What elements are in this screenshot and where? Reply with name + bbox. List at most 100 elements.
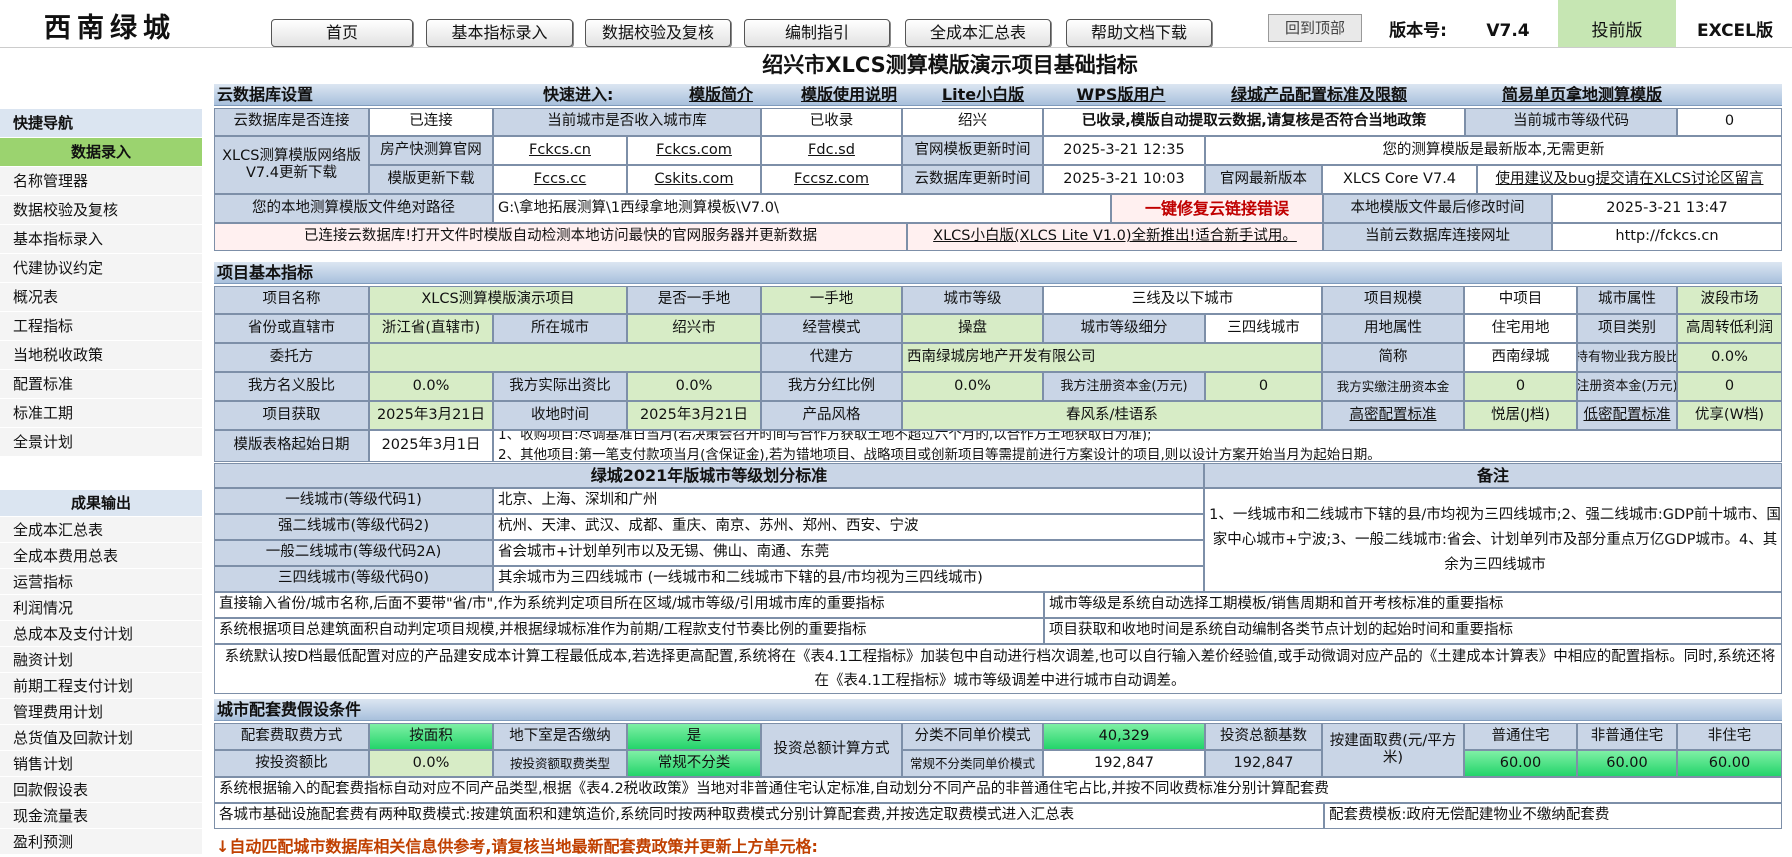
client-input[interactable]: [369, 343, 761, 372]
project-scale-value: 中项目: [1464, 286, 1577, 314]
sidebar-item-agent-agreement[interactable]: 代建协议约定: [0, 254, 202, 283]
sidebar-item-output[interactable]: 运营指标: [0, 569, 202, 595]
sidebar-item-output[interactable]: 回款假设表: [0, 777, 202, 803]
agent-input[interactable]: 西南绿城房地产开发有限公司: [902, 343, 1322, 372]
high-density-std-value[interactable]: 悦居(J档): [1464, 401, 1577, 430]
investment-base-label: 投资总额基数: [1205, 723, 1322, 750]
nav-guide-button[interactable]: 编制指引: [744, 19, 890, 47]
sidebar-item-engineering[interactable]: 工程指标: [0, 312, 202, 341]
sidebar-item-basic-input[interactable]: 基本指标录入: [0, 225, 202, 254]
city-tier-list: 杭州、天津、武汉、成都、重庆、南京、苏州、郑州、西安、宁波: [493, 514, 1204, 540]
city-tier-list: 省会城市+计划单列市以及无锡、佛山、南通、东莞: [493, 540, 1204, 566]
hold-ratio-label: 持有物业我方股比: [1577, 343, 1677, 372]
sidebar-item-output[interactable]: 总成本及支付计划: [0, 621, 202, 647]
link-product-config[interactable]: 绿城产品配置标准及限额: [1214, 84, 1424, 106]
ordinary-housing-fee[interactable]: 60.00: [1464, 750, 1577, 777]
cloud-url-value: http://fckcs.cn: [1552, 223, 1782, 251]
fee-mode-select[interactable]: 按面积: [369, 723, 493, 750]
high-density-std-link[interactable]: 高密配置标准: [1322, 401, 1464, 430]
link-usage[interactable]: 模版使用说明: [784, 84, 914, 106]
nominal-share-label: 我方名义股比: [214, 372, 369, 401]
sidebar-item-name-manager[interactable]: 名称管理器: [0, 167, 202, 196]
city-level-detail-label: 城市等级细分: [1043, 314, 1205, 343]
sidebar-item-data-input[interactable]: 数据录入: [0, 138, 202, 167]
site-link[interactable]: Fckcs.cn: [493, 136, 627, 165]
low-density-std-value[interactable]: 优享(W档): [1677, 401, 1782, 430]
total-capital-input[interactable]: 0: [1677, 372, 1782, 401]
hold-ratio-input[interactable]: 0.0%: [1677, 343, 1782, 372]
note-text: 项目获取和收地时间是系统自动编制各类节点计划的起始时间和重要指标: [1044, 618, 1782, 644]
first-hand-select[interactable]: 一手地: [761, 286, 902, 314]
sidebar-item-data-check[interactable]: 数据校验及复核: [0, 196, 202, 225]
non-ordinary-housing-fee[interactable]: 60.00: [1577, 750, 1677, 777]
total-capital-label: 注册资本金(万元): [1577, 372, 1677, 401]
sidebar-item-config-standard[interactable]: 配置标准: [0, 370, 202, 399]
nominal-share-input[interactable]: 0.0%: [369, 372, 493, 401]
sidebar-item-full-plan[interactable]: 全景计划: [0, 428, 202, 457]
sidebar-item-tax-policy[interactable]: 当地税收政策: [0, 341, 202, 370]
sidebar-item-output[interactable]: 盈利预测: [0, 829, 202, 855]
dividend-ratio-input[interactable]: 0.0%: [902, 372, 1043, 401]
city-included-value: 已收录: [761, 108, 902, 136]
operation-mode-select[interactable]: 操盘: [902, 314, 1043, 343]
registered-capital-input[interactable]: 0: [1205, 372, 1322, 401]
link-simple-model[interactable]: 简易单页拿地测算模版: [1482, 84, 1682, 106]
low-density-std-link[interactable]: 低密配置标准: [1577, 401, 1677, 430]
investment-ratio-input[interactable]: 0.0%: [369, 750, 493, 777]
link-intro[interactable]: 模版简介: [661, 84, 781, 106]
investment-fee-type-select[interactable]: 常规不分类: [627, 750, 761, 777]
city-tier-label: 一般二线城市(等级代码2A): [214, 540, 493, 566]
short-name-value: 西南绿城: [1464, 343, 1577, 372]
feedback-link[interactable]: 使用建议及bug提交请在XLCS讨论区留言: [1477, 165, 1782, 194]
sidebar-item-output[interactable]: 利润情况: [0, 595, 202, 621]
project-name-input[interactable]: XLCS测算模版演示项目: [369, 286, 627, 314]
sidebar-item-output[interactable]: 管理费用计划: [0, 699, 202, 725]
quick-nav-sidebar: 快捷导航 数据录入 名称管理器 数据校验及复核 基本指标录入 代建协议约定 概况…: [0, 108, 202, 457]
back-to-top-button[interactable]: 回到顶部: [1268, 14, 1362, 42]
sidebar-item-output[interactable]: 销售计划: [0, 751, 202, 777]
investment-fee-type-label: 按投资额取费类型: [493, 750, 627, 777]
investment-ratio-label: 按投资额比: [214, 750, 369, 777]
download-link[interactable]: Cskits.com: [627, 165, 761, 194]
link-wps[interactable]: WPS版用户: [1056, 84, 1186, 106]
paid-capital-input[interactable]: 0: [1464, 372, 1577, 401]
sidebar-item-output[interactable]: 总货值及回款计划: [0, 725, 202, 751]
sidebar-item-overview[interactable]: 概况表: [0, 283, 202, 312]
product-style-select[interactable]: 春风系/桂语系: [902, 401, 1322, 430]
project-scale-label: 项目规模: [1322, 286, 1464, 314]
nav-cost-summary-button[interactable]: 全成本汇总表: [905, 19, 1051, 47]
fix-cloud-link-button[interactable]: 一键修复云链接错误: [1111, 194, 1323, 223]
site-link[interactable]: Fdc.sd: [761, 136, 902, 165]
city-standard-note: 1、一线城市和二线城市下辖的县/市均视为三四线城市;2、强二线城市:GDP前十城…: [1204, 488, 1782, 592]
download-link[interactable]: Fccs.cc: [493, 165, 627, 194]
actual-capital-input[interactable]: 0.0%: [627, 372, 761, 401]
land-time-date[interactable]: 2025年3月21日: [627, 401, 761, 430]
link-lite[interactable]: Lite小白版: [919, 84, 1047, 106]
version-status-message: 您的测算模版是最新版本,无需更新: [1205, 136, 1782, 165]
non-residential-fee[interactable]: 60.00: [1677, 750, 1782, 777]
acquisition-date[interactable]: 2025年3月21日: [369, 401, 493, 430]
sidebar-item-output[interactable]: 全成本费用总表: [0, 543, 202, 569]
nav-home-button[interactable]: 首页: [271, 19, 413, 47]
sidebar-item-standard-period[interactable]: 标准工期: [0, 399, 202, 428]
non-ordinary-housing-label: 非普通住宅: [1577, 723, 1677, 750]
nav-help-download-button[interactable]: 帮助文档下载: [1066, 19, 1212, 47]
city-tier-label: 强二线城市(等级代码2): [214, 514, 493, 540]
province-input[interactable]: 浙江省(直辖市): [369, 314, 493, 343]
city-level-label: 城市等级: [902, 286, 1043, 314]
nav-data-check-button[interactable]: 数据校验及复核: [585, 19, 731, 47]
sidebar-item-output[interactable]: 现金流量表: [0, 803, 202, 829]
lite-release-link[interactable]: XLCS小白版(XLCS Lite V1.0)全新推出!适合新手试用。: [907, 223, 1323, 251]
cloud-update-time-label: 云数据库更新时间: [902, 165, 1043, 194]
site-link[interactable]: Fckcs.com: [627, 136, 761, 165]
quick-nav-title: 快捷导航: [0, 109, 202, 138]
sidebar-item-output[interactable]: 前期工程支付计划: [0, 673, 202, 699]
nav-basic-input-button[interactable]: 基本指标录入: [426, 19, 573, 47]
sidebar-item-output[interactable]: 融资计划: [0, 647, 202, 673]
sidebar-item-output[interactable]: 全成本汇总表: [0, 517, 202, 543]
city-input[interactable]: 绍兴市: [627, 314, 761, 343]
download-link[interactable]: Fccsz.com: [761, 165, 902, 194]
basement-fee-select[interactable]: 是: [627, 723, 761, 750]
cloud-section-title: 云数据库设置: [217, 85, 314, 104]
city-level-code-label: 当前城市等级代码: [1465, 108, 1677, 136]
